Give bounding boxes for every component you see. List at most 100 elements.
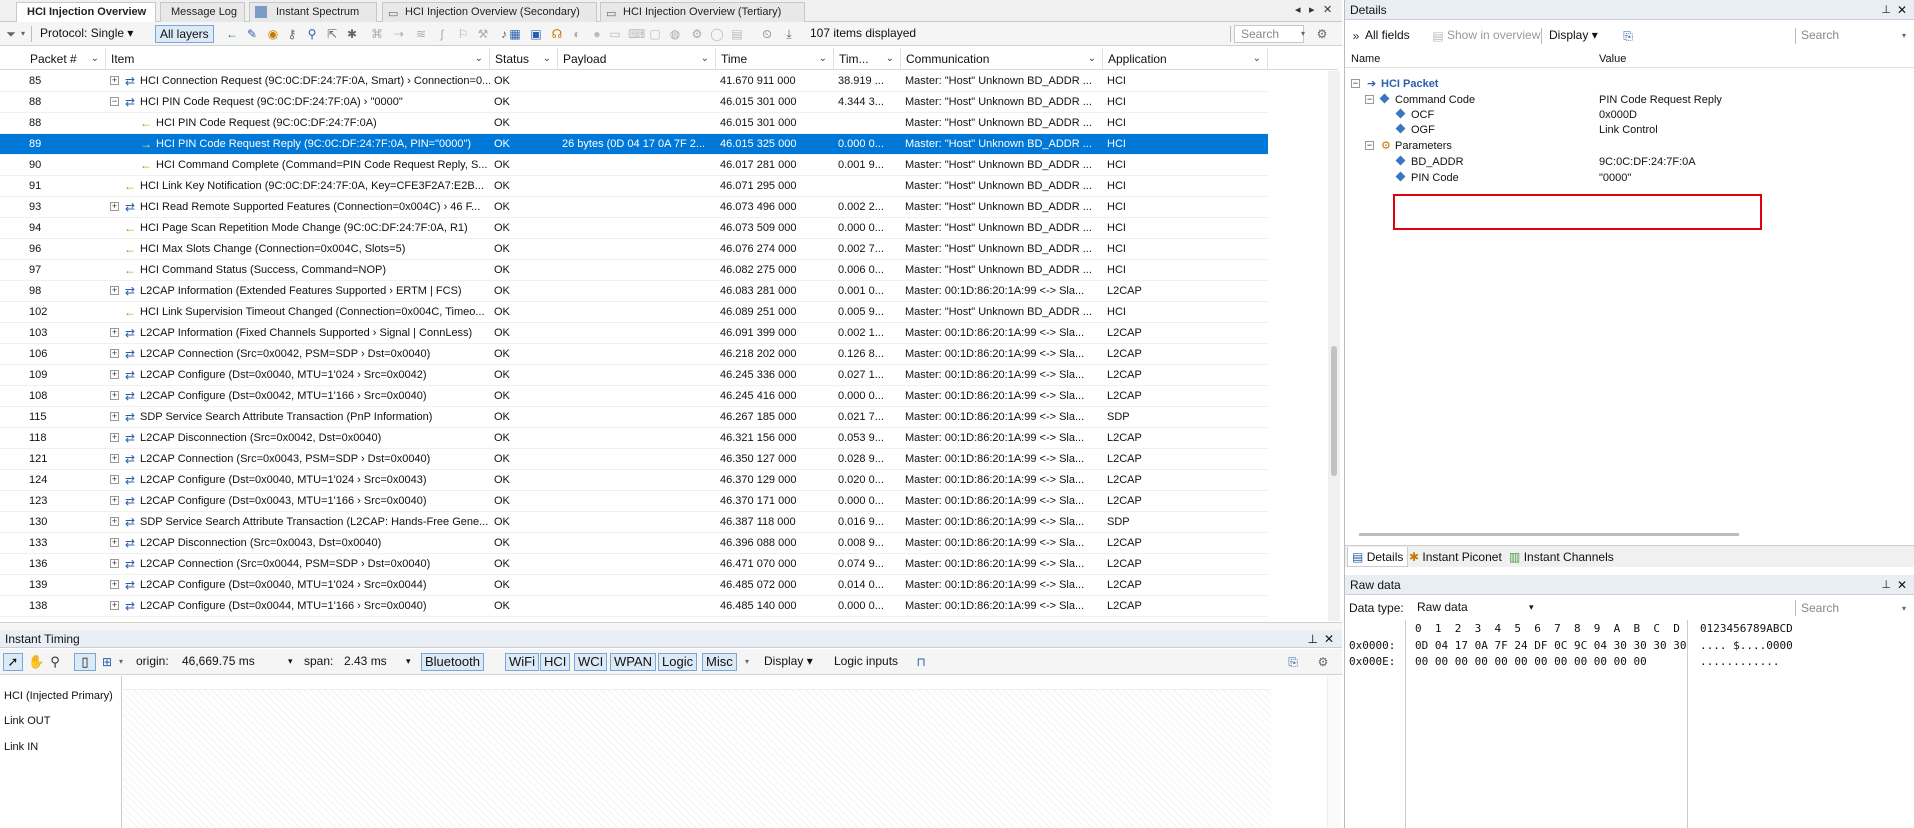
tab-details[interactable]: ▤ Details	[1347, 547, 1409, 567]
expand-icon[interactable]: +	[110, 391, 119, 400]
column-payload[interactable]: Payload ⌄	[558, 48, 716, 70]
headset-icon[interactable]: ☊	[550, 27, 564, 41]
table-row[interactable]: 118 + ⇄ L2CAP Disconnection (Src=0x0042, Ds…	[0, 428, 1268, 449]
overview-icon[interactable]: ▤	[1431, 29, 1445, 43]
table-row[interactable]: 106 + ⇄ L2CAP Connection (Src=0x0042, PSM=S…	[0, 344, 1268, 365]
span-field[interactable]: 2.43 ms ▾	[340, 653, 412, 671]
hex-bytes[interactable]: 0D 04 17 0A 7F 24 DF 0C 9C 04 30 30 30 3…	[1415, 639, 1687, 652]
details-search-input[interactable]: Search	[1801, 28, 1839, 42]
hex-bytes[interactable]: 00 00 00 00 00 00 00 00 00 00 00 00	[1415, 655, 1647, 668]
scrollbar-thumb[interactable]	[1359, 533, 1739, 536]
display-dropdown[interactable]: Display ▾	[1549, 28, 1598, 42]
expand-icon[interactable]: +	[110, 538, 119, 547]
expand-all-icon[interactable]: »	[1349, 29, 1363, 43]
network-icon[interactable]: ⚐	[456, 27, 470, 41]
scrollbar-thumb[interactable]	[1331, 346, 1337, 476]
bluetooth-device-icon[interactable]: ◉	[266, 27, 280, 41]
column-time-delta[interactable]: Tim... ⌄	[834, 48, 901, 70]
expand-icon[interactable]: +	[110, 349, 119, 358]
table-row[interactable]: 115 + ⇄ SDP Service Search Attribute Transa…	[0, 407, 1268, 428]
hex-ascii[interactable]: .... $....0000	[1700, 639, 1793, 652]
download-icon[interactable]: ⤓	[782, 27, 796, 41]
table-row[interactable]: 124 + ⇄ L2CAP Configure (Dst=0x0040, MTU=1'…	[0, 470, 1268, 491]
expand-icon[interactable]: +	[110, 475, 119, 484]
export-icon[interactable]: ⎘	[1621, 29, 1635, 43]
filter-dropdown-icon[interactable]: ▾	[16, 27, 30, 41]
back-arrow-icon[interactable]: ←	[225, 27, 239, 41]
expand-icon[interactable]: +	[110, 328, 119, 337]
table-row[interactable]: 133 + ⇄ L2CAP Disconnection (Src=0x0043, Ds…	[0, 533, 1268, 554]
table-row[interactable]: 109 + ⇄ L2CAP Configure (Dst=0x0040, MTU=1'…	[0, 365, 1268, 386]
raw-search-input[interactable]: Search	[1801, 601, 1839, 615]
magnifier-icon[interactable]: ⚲	[305, 27, 319, 41]
table-row[interactable]: 102 ← HCI Link Supervision Timeout Changed…	[0, 302, 1268, 323]
filter-wifi-button[interactable]: WiFi	[505, 653, 539, 671]
close-icon[interactable]: ✕	[1897, 575, 1907, 595]
logic-signal-icon[interactable]: ⊓	[914, 655, 928, 669]
hand-tool-icon[interactable]: ✋	[28, 655, 44, 669]
close-tab-icon[interactable]: ✕	[1323, 3, 1332, 16]
timer-icon[interactable]: ⏲	[760, 27, 774, 41]
tab-instant-spectrum[interactable]: Instant Spectrum	[249, 2, 377, 22]
close-icon[interactable]: ✕	[1897, 0, 1907, 20]
expand-icon[interactable]: +	[110, 601, 119, 610]
expand-icon[interactable]: +	[110, 286, 119, 295]
filter-dropdown-icon[interactable]: ▾	[740, 655, 754, 669]
timeline-hatch-area[interactable]	[123, 690, 1271, 828]
expand-icon[interactable]: +	[110, 454, 119, 463]
tab-instant-channels[interactable]: ▥ Instant Channels	[1505, 547, 1618, 567]
hex-ascii[interactable]: ............	[1700, 655, 1779, 668]
column-time[interactable]: Time ⌄	[716, 48, 834, 70]
table-row[interactable]: 123 + ⇄ L2CAP Configure (Dst=0x0043, MTU=1'…	[0, 491, 1268, 512]
table-row[interactable]: 138 + ⇄ L2CAP Configure (Dst=0x0044, MTU=1'…	[0, 596, 1268, 617]
tab-hci-injection-overview-secondary[interactable]: ▭ HCI Injection Overview (Secondary)	[382, 2, 597, 22]
column-value[interactable]: Value	[1599, 50, 1626, 68]
grid-icon[interactable]: ▦	[508, 27, 522, 41]
table-row[interactable]: 96 ← HCI Max Slots Change (Connection=0x00…	[0, 239, 1268, 260]
key-icon[interactable]: ⚷	[285, 27, 299, 41]
tools-icon[interactable]: ⚒	[476, 27, 490, 41]
pin-icon[interactable]: ⊥	[1881, 575, 1891, 595]
expand-icon[interactable]: +	[110, 76, 119, 85]
marker-dropdown-icon[interactable]: ▾	[114, 655, 128, 669]
column-communication[interactable]: Communication ⌄	[901, 48, 1103, 70]
hook-icon[interactable]: ʃ	[435, 27, 449, 41]
circle-icon[interactable]: ●	[590, 27, 604, 41]
timing-vertical-scrollbar[interactable]	[1327, 676, 1341, 828]
details-horizontal-scrollbar[interactable]	[1359, 533, 1899, 537]
tab-instant-piconet[interactable]: ✱ Instant Piconet	[1405, 547, 1506, 567]
monitor-icon[interactable]: ▢	[648, 27, 662, 41]
export-icon[interactable]: ⎘	[1286, 655, 1300, 669]
collapse-icon[interactable]: −	[110, 97, 119, 106]
show-in-overview-button[interactable]: Show in overview	[1447, 28, 1540, 42]
field-pin-code[interactable]: PIN Code "0000"	[1345, 169, 1905, 187]
table-row[interactable]: 93 + ⇄ HCI Read Remote Supported Features (…	[0, 197, 1268, 218]
expand-icon[interactable]: +	[110, 433, 119, 442]
expand-icon[interactable]: +	[110, 496, 119, 505]
display-dropdown[interactable]: Display ▾	[764, 654, 813, 668]
pen-icon[interactable]: ✎	[245, 27, 259, 41]
wave-icon[interactable]: ≋	[414, 27, 428, 41]
filter-logic-button[interactable]: Logic	[658, 653, 698, 671]
tab-hci-injection-overview[interactable]: HCI Injection Overview	[16, 2, 156, 23]
table-row[interactable]: 103 + ⇄ L2CAP Information (Fixed Channels S…	[0, 323, 1268, 344]
gamepad-icon[interactable]: ◐	[570, 27, 584, 41]
search-dropdown-icon[interactable]: ▾	[1296, 27, 1310, 41]
table-row[interactable]: 88 − ⇄ HCI PIN Code Request (9C:0C:DF:24:7F…	[0, 92, 1268, 113]
settings-icon[interactable]: ⚙	[1316, 655, 1330, 669]
search-dropdown-icon[interactable]: ▾	[1897, 602, 1911, 616]
expand-icon[interactable]: +	[110, 517, 119, 526]
package-icon[interactable]: ▤	[730, 27, 744, 41]
column-item[interactable]: Item ⌄	[106, 48, 490, 70]
image-icon[interactable]: ▣	[529, 27, 543, 41]
filter-wpan-button[interactable]: WPAN	[610, 653, 657, 671]
table-row[interactable]: 97 ← HCI Command Status (Success, Command=…	[0, 260, 1268, 281]
pane-splitter[interactable]	[0, 622, 1342, 630]
collapse-icon[interactable]: −	[1351, 79, 1360, 88]
expand-icon[interactable]: +	[110, 559, 119, 568]
table-row[interactable]: 94 ← HCI Page Scan Repetition Mode Change …	[0, 218, 1268, 239]
column-name[interactable]: Name	[1351, 50, 1380, 68]
ring-icon[interactable]: ◯	[710, 27, 724, 41]
tab-message-log[interactable]: Message Log	[160, 2, 245, 22]
table-row[interactable]: 88 ← HCI PIN Code Request (9C:0C:DF:24:7F:…	[0, 113, 1268, 134]
